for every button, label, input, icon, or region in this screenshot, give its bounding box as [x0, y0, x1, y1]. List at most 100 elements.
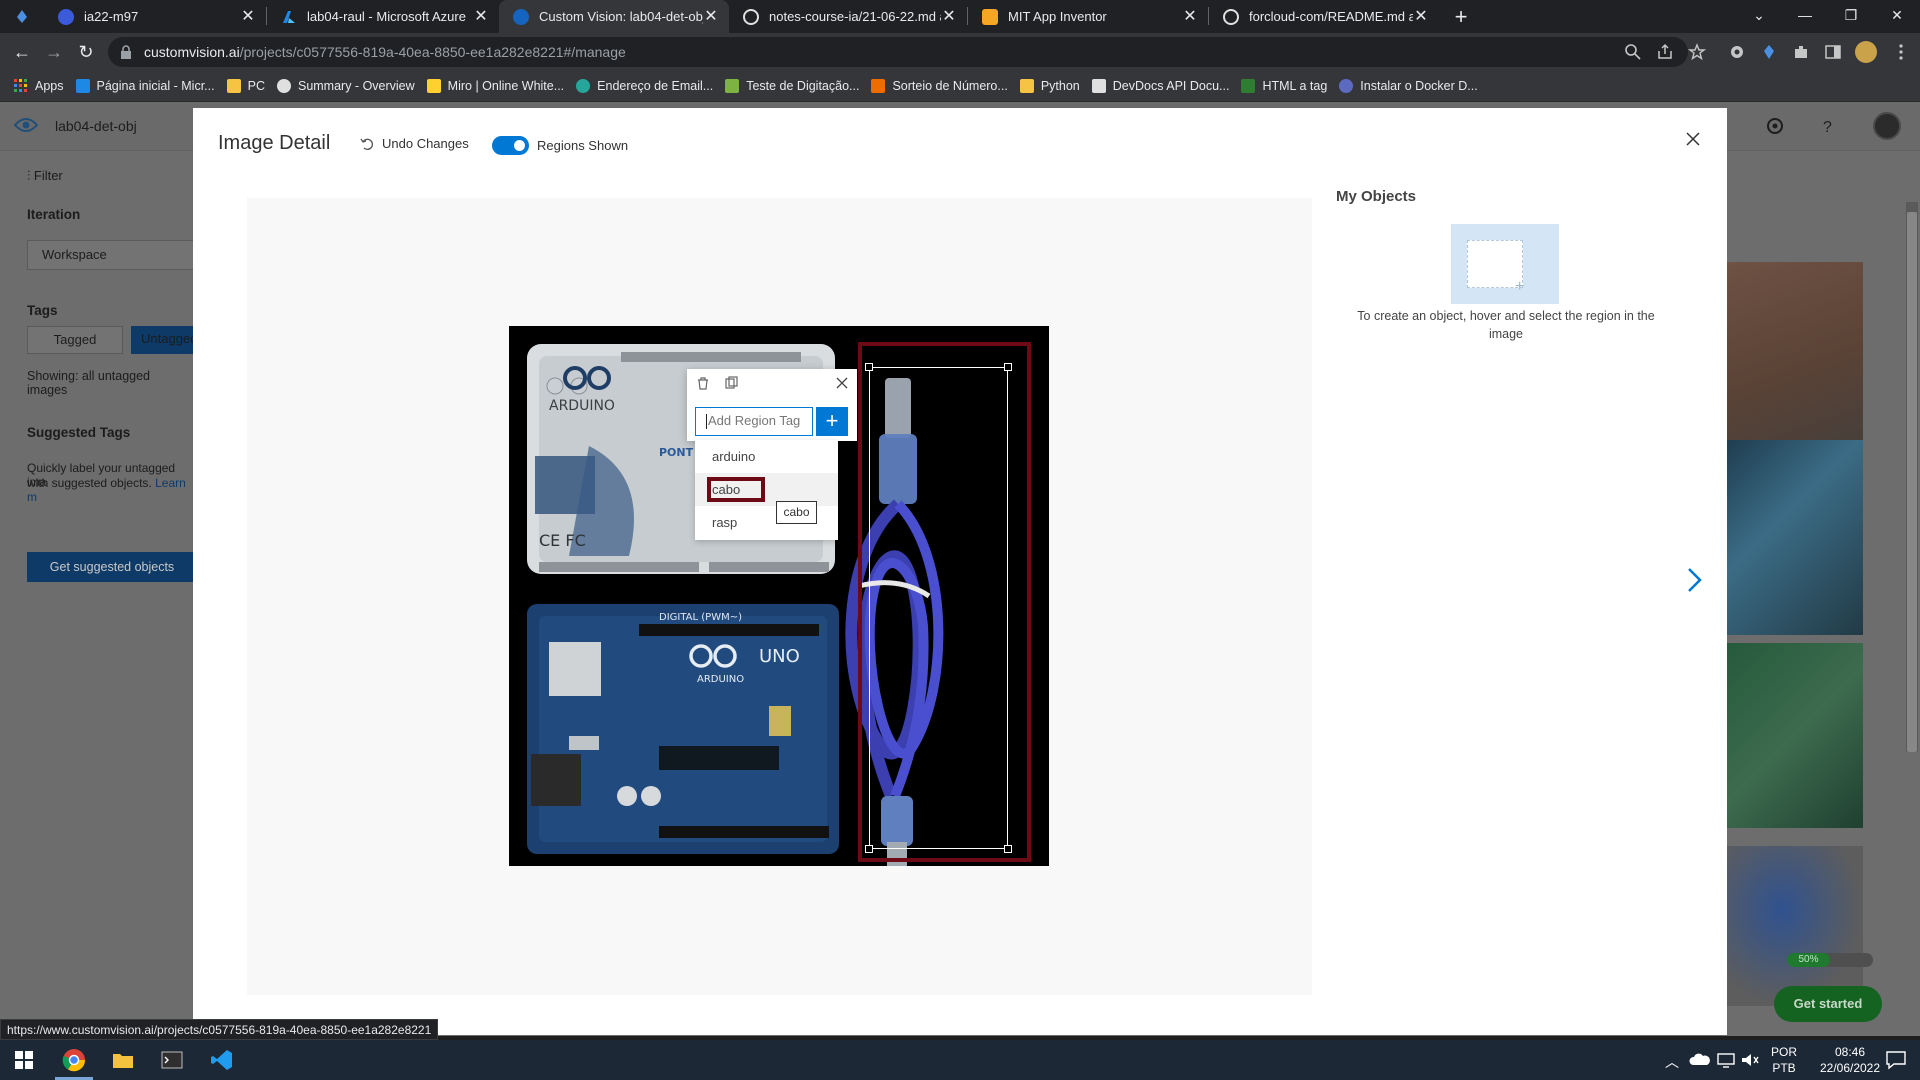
reload-icon[interactable]: ↻	[74, 40, 98, 64]
browser-menu-icon[interactable]	[0, 0, 44, 33]
tab-app-inventor[interactable]: MIT App Inventor ✕	[968, 0, 1208, 33]
tagged-filter-button[interactable]: Tagged	[27, 326, 123, 354]
chrome-icon[interactable]	[62, 1048, 86, 1072]
clock-date: 22/06/2022	[1819, 1061, 1881, 1075]
page-scrollbar-thumb[interactable]	[1907, 212, 1917, 752]
close-icon[interactable]	[835, 376, 849, 390]
github-icon	[743, 8, 759, 25]
tab-azure[interactable]: lab04-raul - Microsoft Azure ✕	[267, 0, 499, 33]
tab-title: Custom Vision: lab04-det-obj - T	[539, 9, 703, 24]
resize-handle-bottom-right[interactable]	[1004, 845, 1012, 853]
tab-close-icon[interactable]: ✕	[1413, 8, 1429, 25]
file-explorer-icon[interactable]	[111, 1048, 135, 1072]
tab-ia22[interactable]: ia22-m97 ✕	[44, 0, 266, 33]
side-panel-icon[interactable]	[1824, 43, 1842, 61]
get-started-button[interactable]: Get started	[1774, 986, 1882, 1022]
iteration-select[interactable]: Workspace	[27, 240, 197, 270]
typing-icon	[725, 79, 740, 93]
project-name[interactable]: lab04-det-obj	[55, 118, 137, 134]
volume-icon[interactable]	[1738, 1048, 1762, 1072]
bookmark-devdocs[interactable]: DevDocs API Docu...	[1091, 79, 1229, 93]
add-tag-button[interactable]: +	[816, 407, 848, 436]
thumbnail-image[interactable]	[1727, 846, 1863, 1006]
tab-close-icon[interactable]: ✕	[703, 8, 719, 25]
show-hidden-icons[interactable]: ︿	[1665, 1052, 1679, 1072]
modal-title: Image Detail	[218, 132, 331, 154]
next-image-arrow-icon[interactable]	[1686, 566, 1704, 594]
tab-github-notes[interactable]: notes-course-ia/21-06-22.md at ✕	[729, 0, 967, 33]
bookmark-html-tag[interactable]: HTML a tag	[1241, 79, 1327, 93]
bookmark-summary[interactable]: Summary - Overview	[276, 79, 415, 93]
copy-region-icon[interactable]	[724, 376, 738, 390]
bookmark-star-icon[interactable]	[1688, 43, 1706, 61]
bookmark-apps[interactable]: Apps	[14, 79, 64, 93]
bookmark-docker[interactable]: Instalar o Docker D...	[1339, 79, 1478, 93]
tag-option-arduino[interactable]: arduino	[695, 440, 838, 473]
sidebar: ⫶ Filter Iteration Workspace Tags Tagged…	[0, 151, 201, 1036]
image-canvas[interactable]: ARDUINO PONT CE FC DIGITAL (PWM~) UNO AR…	[247, 198, 1312, 995]
terminal-icon[interactable]	[160, 1048, 184, 1072]
extension-diamond-icon[interactable]	[1760, 43, 1778, 61]
add-region-tag-input[interactable]: Add Region Tag	[695, 407, 813, 436]
windows-start-icon[interactable]	[12, 1048, 36, 1072]
address-bar[interactable]: customvision.ai/projects/c0577556-819a-4…	[108, 37, 1688, 67]
back-icon[interactable]: ←	[10, 40, 34, 64]
tab-close-icon[interactable]: ✕	[1182, 8, 1198, 25]
svg-text:PONT: PONT	[659, 446, 694, 459]
undo-changes-button[interactable]: Undo Changes	[360, 136, 469, 151]
bookmark-random-number[interactable]: Sorteio de Número...	[871, 79, 1008, 93]
resize-handle-top-right[interactable]	[1004, 363, 1012, 371]
input-language[interactable]: POR PTB	[1766, 1044, 1802, 1076]
forward-icon[interactable]: →	[42, 40, 66, 64]
trash-icon[interactable]	[696, 376, 710, 390]
onedrive-icon[interactable]	[1688, 1048, 1712, 1072]
new-tab-button[interactable]: +	[1447, 0, 1475, 33]
notifications-icon[interactable]	[1884, 1048, 1908, 1072]
tab-close-icon[interactable]: ✕	[240, 8, 256, 25]
share-icon[interactable]	[1656, 43, 1674, 61]
get-suggested-objects-button[interactable]: Get suggested objects	[27, 552, 197, 582]
network-icon[interactable]	[1714, 1048, 1738, 1072]
bookmark-miro[interactable]: Miro | Online White...	[426, 79, 564, 93]
thumbnail-image[interactable]	[1727, 643, 1863, 828]
zoom-icon[interactable]	[1624, 43, 1642, 61]
bookmark-pc[interactable]: PC	[226, 79, 265, 93]
bookmark-typing-test[interactable]: Teste de Digitação...	[725, 79, 859, 93]
link-status-bubble: https://www.customvision.ai/projects/c05…	[0, 1019, 439, 1040]
resize-handle-bottom-left[interactable]	[865, 845, 873, 853]
close-icon[interactable]	[1683, 129, 1703, 149]
miro-icon	[426, 79, 441, 93]
extensions-puzzle-icon[interactable]	[1792, 43, 1810, 61]
clock[interactable]: 08:46 22/06/2022	[1810, 1044, 1890, 1076]
profile-avatar[interactable]	[1855, 41, 1877, 63]
regions-shown-toggle[interactable]	[492, 136, 529, 155]
bookmark-label: Summary - Overview	[297, 79, 415, 93]
restore-icon[interactable]: ❐	[1828, 0, 1874, 30]
browser-menu-dots-icon[interactable]	[1892, 43, 1910, 61]
custom-vision-eye-icon[interactable]	[14, 117, 38, 133]
bookmark-python[interactable]: Python	[1019, 79, 1080, 93]
filter-icon: ⫶	[27, 168, 34, 183]
extension-gear-icon[interactable]	[1728, 43, 1746, 61]
azure-icon	[281, 9, 297, 25]
bookmark-email[interactable]: Endereço de Email...	[576, 79, 713, 93]
tab-search-icon[interactable]: ⌄	[1736, 0, 1782, 30]
url-path: /projects/c0577556-819a-40ea-8850-ee1a28…	[239, 44, 626, 60]
svg-text:UNO: UNO	[759, 646, 800, 667]
resize-handle-top-left[interactable]	[865, 363, 873, 371]
tab-close-icon[interactable]: ✕	[941, 8, 957, 25]
tab-title: MIT App Inventor	[1008, 9, 1107, 24]
tab-close-icon[interactable]: ✕	[473, 8, 489, 25]
region-bounding-box[interactable]	[869, 367, 1008, 849]
bookmark-microsoft-home[interactable]: Página inicial - Micr...	[75, 79, 215, 93]
vscode-icon[interactable]	[210, 1048, 234, 1072]
apps-grid-icon	[14, 79, 28, 93]
bookmark-label: Python	[1040, 79, 1080, 93]
window-close-icon[interactable]: ✕	[1874, 0, 1920, 30]
tab-custom-vision[interactable]: Custom Vision: lab04-det-obj - T ✕	[499, 0, 729, 33]
untagged-filter-button[interactable]: Untagged	[131, 326, 201, 354]
filter-button[interactable]: ⫶ Filter	[27, 168, 63, 184]
minimize-icon[interactable]: —	[1782, 0, 1828, 30]
thumbnail-image[interactable]	[1727, 440, 1863, 635]
tab-github-readme[interactable]: forcloud-com/README.md at m ✕	[1209, 0, 1439, 33]
